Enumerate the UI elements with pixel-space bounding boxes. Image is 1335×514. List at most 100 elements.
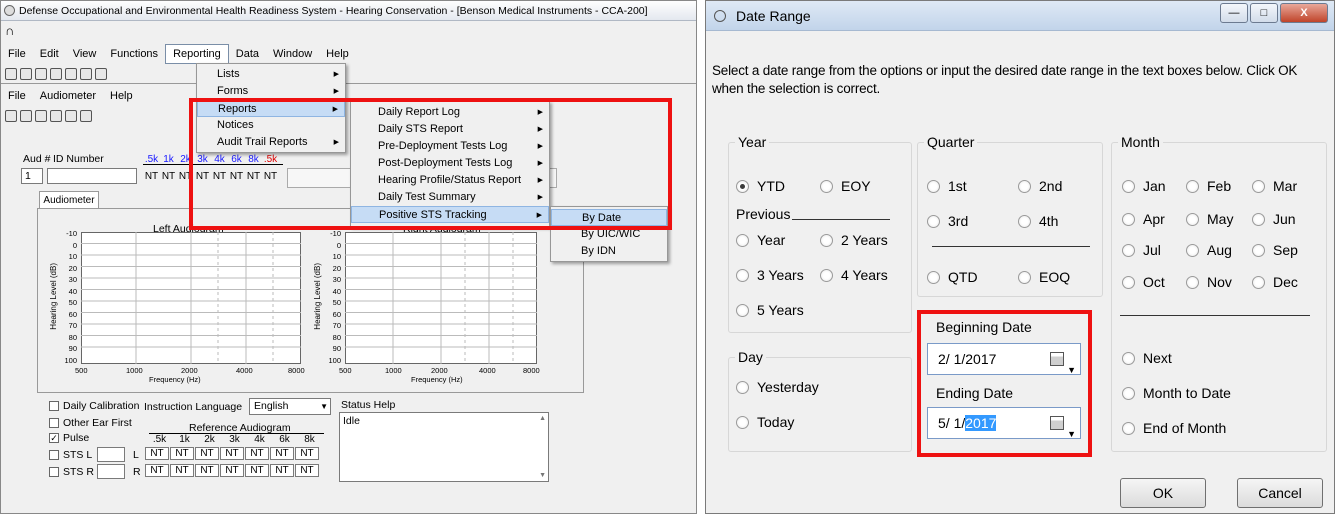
ytick: 70 <box>68 321 77 330</box>
ref-r-value[interactable]: NT <box>295 464 319 477</box>
child-menu-file[interactable]: File <box>1 86 33 106</box>
radio-eoq[interactable]: EOQ <box>1018 269 1070 285</box>
radio-next[interactable]: Next <box>1122 350 1172 366</box>
toolbar-icon-2[interactable] <box>20 68 32 80</box>
radio-label: 3 Years <box>757 267 804 283</box>
radio-today[interactable]: Today <box>736 414 794 430</box>
ref-r-value[interactable]: NT <box>195 464 219 477</box>
radio-4-years[interactable]: 4 Years <box>820 267 888 283</box>
radio-month-feb[interactable]: Feb <box>1186 178 1231 194</box>
radio-button-icon <box>1186 275 1199 289</box>
radio-month-dec[interactable]: Dec <box>1252 274 1298 290</box>
aud-number-field[interactable]: 1 <box>21 168 43 184</box>
radio-end-of-month[interactable]: End of Month <box>1122 420 1226 436</box>
headset-icon[interactable]: ∩ <box>5 23 14 38</box>
other-ear-first-checkbox[interactable]: Other Ear First <box>49 417 132 429</box>
maximize-button[interactable]: □ <box>1250 3 1278 23</box>
menu-data[interactable]: Data <box>229 44 266 64</box>
radio-month-apr[interactable]: Apr <box>1122 211 1165 227</box>
sts-l-checkbox[interactable]: STS L <box>49 449 92 461</box>
ref-r-value[interactable]: NT <box>270 464 294 477</box>
toolbar-icon-6[interactable] <box>80 68 92 80</box>
ref-l-value[interactable]: NT <box>220 447 244 460</box>
menu-edit[interactable]: Edit <box>33 44 66 64</box>
radio-month-to-date[interactable]: Month to Date <box>1122 385 1231 401</box>
radio-month-oct[interactable]: Oct <box>1122 274 1165 290</box>
daily-calibration-checkbox[interactable]: Daily Calibration <box>49 400 139 412</box>
menu-view[interactable]: View <box>66 44 104 64</box>
ref-r-value[interactable]: NT <box>170 464 194 477</box>
radio-2-years[interactable]: 2 Years <box>820 232 888 248</box>
audiometer-tool-icon-2[interactable] <box>20 110 32 122</box>
toolbar-icon-7[interactable] <box>95 68 107 80</box>
radio-month-mar[interactable]: Mar <box>1252 178 1297 194</box>
radio-label: Yesterday <box>757 379 819 395</box>
radio-3rd-quarter[interactable]: 3rd <box>927 213 968 229</box>
radio-ytd[interactable]: YTD <box>736 178 785 194</box>
radio-3-years[interactable]: 3 Years <box>736 267 804 283</box>
radio-month-sep[interactable]: Sep <box>1252 242 1298 258</box>
radio-eoy[interactable]: EOY <box>820 178 871 194</box>
ref-l-value[interactable]: NT <box>195 447 219 460</box>
scroll-down-icon[interactable]: ▼ <box>539 472 546 479</box>
scroll-up-icon[interactable]: ▲ <box>539 415 546 422</box>
radio-4th-quarter[interactable]: 4th <box>1018 213 1058 229</box>
minimize-button[interactable]: — <box>1220 3 1248 23</box>
ref-l-value[interactable]: NT <box>170 447 194 460</box>
toolbar-icon-5[interactable] <box>65 68 77 80</box>
menu-file[interactable]: File <box>1 44 33 64</box>
sts-r-field[interactable] <box>97 464 125 479</box>
ref-r-value[interactable]: NT <box>145 464 169 477</box>
previous-label: Previous <box>736 206 791 222</box>
child-menu-audiometer[interactable]: Audiometer <box>33 86 103 106</box>
sts-r-checkbox[interactable]: STS R <box>49 466 94 478</box>
ytick: 100 <box>64 355 77 365</box>
menu-item-by-idn[interactable]: By IDN <box>551 243 667 260</box>
cancel-button[interactable]: Cancel <box>1237 478 1323 508</box>
menu-reporting[interactable]: Reporting <box>165 44 229 64</box>
right-xlabel: Frequency (Hz) <box>411 375 463 384</box>
pulse-checkbox[interactable]: ✓ Pulse <box>49 432 89 444</box>
audiometer-tool-icon-6[interactable] <box>80 110 92 122</box>
sts-l-field[interactable] <box>97 447 125 462</box>
radio-month-jul[interactable]: Jul <box>1122 242 1161 258</box>
audiometer-tool-icon-3[interactable] <box>35 110 47 122</box>
id-number-field[interactable] <box>47 168 137 184</box>
ref-r-value[interactable]: NT <box>245 464 269 477</box>
audiometer-tool-icon-4[interactable] <box>50 110 62 122</box>
radio-month-jun[interactable]: Jun <box>1252 211 1296 227</box>
audiometer-tool-icon-1[interactable] <box>5 110 17 122</box>
audiometer-tool-icon-5[interactable] <box>65 110 77 122</box>
ok-button[interactable]: OK <box>1120 478 1206 508</box>
child-menu-help[interactable]: Help <box>103 86 140 106</box>
radio-yesterday[interactable]: Yesterday <box>736 379 819 395</box>
radio-button-icon <box>1122 243 1135 257</box>
radio-1st-quarter[interactable]: 1st <box>927 178 967 194</box>
radio-year[interactable]: Year <box>736 232 785 248</box>
menu-window[interactable]: Window <box>266 44 319 64</box>
radio-2nd-quarter[interactable]: 2nd <box>1018 178 1062 194</box>
app-icon <box>4 5 15 16</box>
radio-5-years[interactable]: 5 Years <box>736 302 804 318</box>
menu-help[interactable]: Help <box>319 44 356 64</box>
tab-audiometer[interactable]: Audiometer <box>39 191 99 209</box>
ref-l-value[interactable]: NT <box>270 447 294 460</box>
radio-qtd[interactable]: QTD <box>927 269 978 285</box>
id-number-label: ID Number <box>53 153 104 165</box>
toolbar-icon-4[interactable] <box>50 68 62 80</box>
ref-l-value[interactable]: NT <box>245 447 269 460</box>
ref-r-value[interactable]: NT <box>220 464 244 477</box>
radio-month-jan[interactable]: Jan <box>1122 178 1166 194</box>
radio-month-nov[interactable]: Nov <box>1186 274 1232 290</box>
toolbar-icon-3[interactable] <box>35 68 47 80</box>
ref-l-value[interactable]: NT <box>145 447 169 460</box>
instruction-language-select[interactable]: English ▼ <box>249 398 331 415</box>
radio-month-aug[interactable]: Aug <box>1186 242 1232 258</box>
menu-item-lists[interactable]: Lists ▶ <box>197 66 345 83</box>
close-button[interactable]: X <box>1280 3 1328 23</box>
ref-l-value[interactable]: NT <box>295 447 319 460</box>
menu-functions[interactable]: Functions <box>103 44 165 64</box>
radio-button-icon <box>1186 179 1199 193</box>
radio-month-may[interactable]: May <box>1186 211 1233 227</box>
toolbar-icon-1[interactable] <box>5 68 17 80</box>
